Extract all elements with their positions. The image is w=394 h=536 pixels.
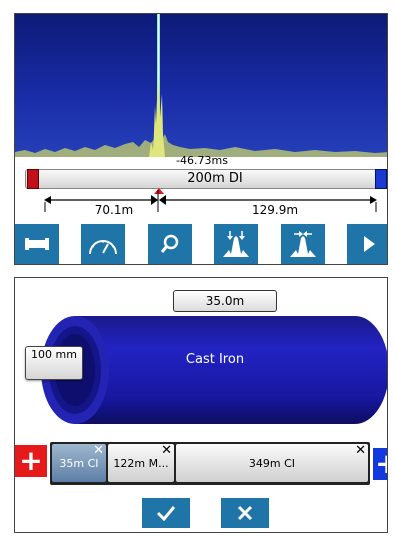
add-segment-left-button[interactable]: +: [15, 445, 47, 477]
gauge-icon: [89, 240, 117, 255]
close-icon: [237, 505, 253, 521]
close-icon[interactable]: ✕: [161, 444, 172, 457]
correlation-panel: -46.73ms 200m DI 70.1m 129.9m: [14, 13, 388, 265]
play-icon: [364, 236, 375, 252]
close-icon[interactable]: ✕: [355, 444, 366, 457]
search-icon: [160, 234, 179, 253]
play-button[interactable]: [347, 224, 387, 264]
close-icon[interactable]: ✕: [93, 444, 104, 457]
plus-icon: +: [375, 450, 387, 478]
segment-item[interactable]: 122m M... ✕: [108, 444, 174, 482]
filter-narrow-button[interactable]: [214, 224, 258, 264]
segment-list: 35m CI ✕ 122m M... ✕ 349m CI ✕: [50, 442, 370, 485]
cancel-button[interactable]: [221, 498, 269, 528]
sensor-a-marker: [27, 169, 39, 189]
segment-label: 122m M...: [113, 456, 169, 470]
filter-wide-button[interactable]: [281, 224, 325, 264]
segment-item[interactable]: 349m CI ✕: [176, 444, 368, 482]
toolbar: [15, 224, 387, 264]
pipe-settings-button[interactable]: [15, 224, 59, 264]
check-icon: [156, 506, 176, 521]
time-delay-readout: -46.73ms: [176, 154, 228, 167]
pipe-material-label: Cast Iron: [185, 352, 245, 367]
filter-narrow-icon: [223, 231, 249, 257]
segment-label: 35m CI: [59, 456, 99, 470]
filter-wide-icon: [290, 231, 316, 257]
sensor-b-marker: [375, 169, 387, 189]
add-segment-right-button[interactable]: +: [373, 448, 387, 480]
distance-to-sensor-b: 129.9m: [251, 203, 299, 217]
distance-arrows: [44, 190, 377, 212]
pipe-length-label: 200m DI: [187, 171, 243, 186]
pipe-diameter-field[interactable]: 100 mm: [25, 346, 83, 380]
pipe-editor-panel: 35.0m Cast Iron 100 mm + 35m CI ✕ 122m M…: [14, 277, 388, 533]
zoom-button[interactable]: [148, 224, 192, 264]
gauge-button[interactable]: [81, 224, 125, 264]
distance-to-sensor-a: 70.1m: [94, 203, 134, 217]
segment-label: 349m CI: [248, 456, 296, 470]
segment-item[interactable]: 35m CI ✕: [52, 444, 106, 482]
spectrum-plot: [15, 14, 387, 157]
correlation-spectrum[interactable]: [15, 14, 387, 157]
plus-icon: +: [19, 444, 43, 477]
pipe-icon: [25, 238, 49, 250]
confirm-button[interactable]: [142, 498, 190, 528]
